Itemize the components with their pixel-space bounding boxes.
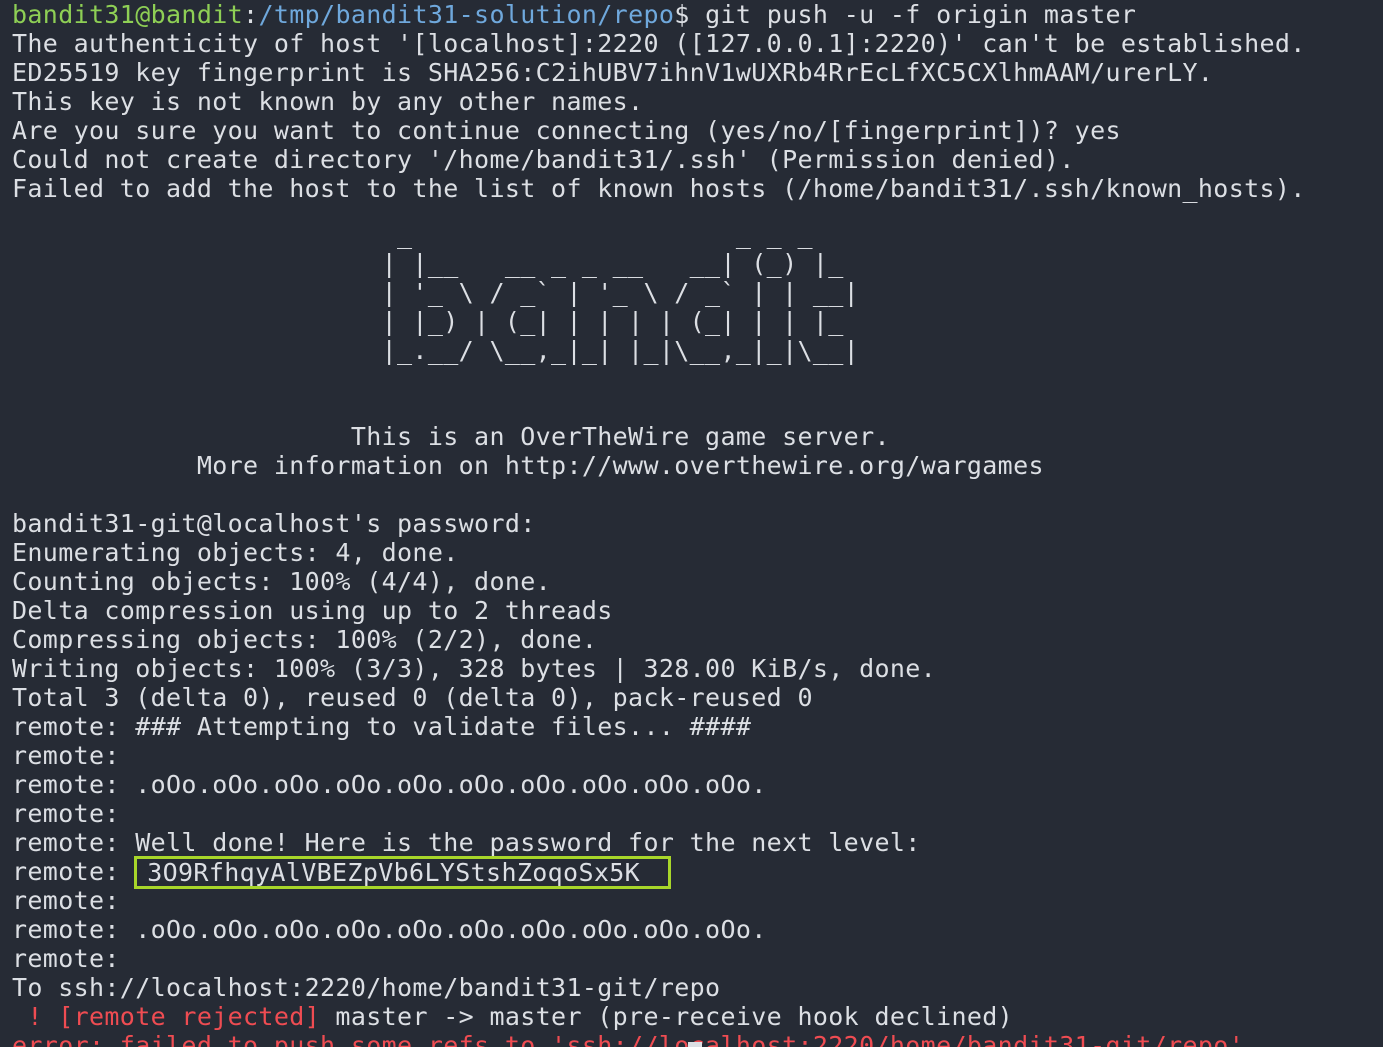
output-line: Counting objects: 100% (4/4), done.: [12, 567, 552, 596]
output-line: remote: ### Attempting to validate files…: [12, 712, 752, 741]
terminal-cursor: [688, 1042, 702, 1047]
output-line: remote:: [12, 799, 120, 828]
output-line: Delta compression using up to 2 threads: [12, 596, 613, 625]
rejected-detail: master -> master (pre-receive hook decli…: [320, 1002, 1014, 1031]
output-line: Writing objects: 100% (3/3), 328 bytes |…: [12, 654, 937, 683]
banner-line: | |__ __ _ _ __ __| (_) |_: [12, 249, 860, 278]
output-line: Failed to add the host to the list of kn…: [12, 174, 1306, 203]
info-line: This is an OverTheWire game server.: [12, 422, 890, 451]
command-text: git push -u -f origin master: [689, 0, 1137, 29]
prompt-colon: :: [243, 0, 259, 29]
output-line: Could not create directory '/home/bandit…: [12, 145, 1075, 174]
output-line: remote:: [12, 886, 120, 915]
output-line: Total 3 (delta 0), reused 0 (delta 0), p…: [12, 683, 813, 712]
banner-line: | '_ \ / _` | '_ \ / _` | | __|: [12, 278, 860, 307]
output-line: remote:: [12, 944, 120, 973]
banner-line: |_.__/ \__,_|_| |_|\__,_|_|\__|: [12, 336, 860, 365]
output-line: remote: .oOo.oOo.oOo.oOo.oOo.oOo.oOo.oOo…: [12, 915, 767, 944]
info-line: More information on http://www.overthewi…: [12, 451, 1044, 480]
output-line: This key is not known by any other names…: [12, 87, 644, 116]
output-line: ED25519 key fingerprint is SHA256:C2ihUB…: [12, 58, 1214, 87]
output-line: To ssh://localhost:2220/home/bandit31-gi…: [12, 973, 721, 1002]
bandit-ascii-banner: _ _ _ _ | |__ __ _ _ __ __| (_) |_ | '_ …: [12, 220, 1383, 365]
output-line: remote: Well done! Here is the password …: [12, 828, 921, 857]
output-line: Enumerating objects: 4, done.: [12, 538, 459, 567]
password-line-prefix: remote:: [12, 857, 120, 886]
password-highlight-box[interactable]: 3O9RfhqyAlVBEZpVb6LYStshZoqoSx5K: [134, 856, 672, 889]
rejected-line: ! [remote rejected] master -> master (pr…: [12, 1002, 1383, 1031]
prompt-path: /tmp/bandit31-solution/repo: [258, 0, 675, 29]
output-line: Compressing objects: 100% (2/2), done.: [12, 625, 598, 654]
server-info: This is an OverTheWire game server. More…: [12, 422, 1383, 480]
password-line: remote: 3O9RfhqyAlVBEZpVb6LYStshZoqoSx5K: [12, 856, 1383, 889]
terminal-window[interactable]: bandit31@bandit:/tmp/bandit31-solution/r…: [0, 0, 1383, 1047]
output-line: remote: .oOo.oOo.oOo.oOo.oOo.oOo.oOo.oOo…: [12, 770, 767, 799]
password-prompt-line: bandit31-git@localhost's password:: [12, 509, 536, 538]
banner-line: | |_) | (_| | | | | (_| | | |_: [12, 307, 860, 336]
output-line: Are you sure you want to continue connec…: [12, 116, 1121, 145]
prompt-user-host: bandit31@bandit: [12, 0, 244, 29]
rejected-marker: ! [remote rejected]: [12, 1002, 321, 1031]
git-push-output: bandit31-git@localhost's password: Enume…: [12, 509, 1383, 1047]
banner-line: _ _ _ _: [12, 220, 860, 249]
output-line: The authenticity of host '[localhost]:22…: [12, 29, 1306, 58]
output-line: remote:: [12, 741, 120, 770]
command-prompt-line: bandit31@bandit:/tmp/bandit31-solution/r…: [12, 0, 1383, 29]
prompt-symbol: $: [674, 0, 690, 29]
